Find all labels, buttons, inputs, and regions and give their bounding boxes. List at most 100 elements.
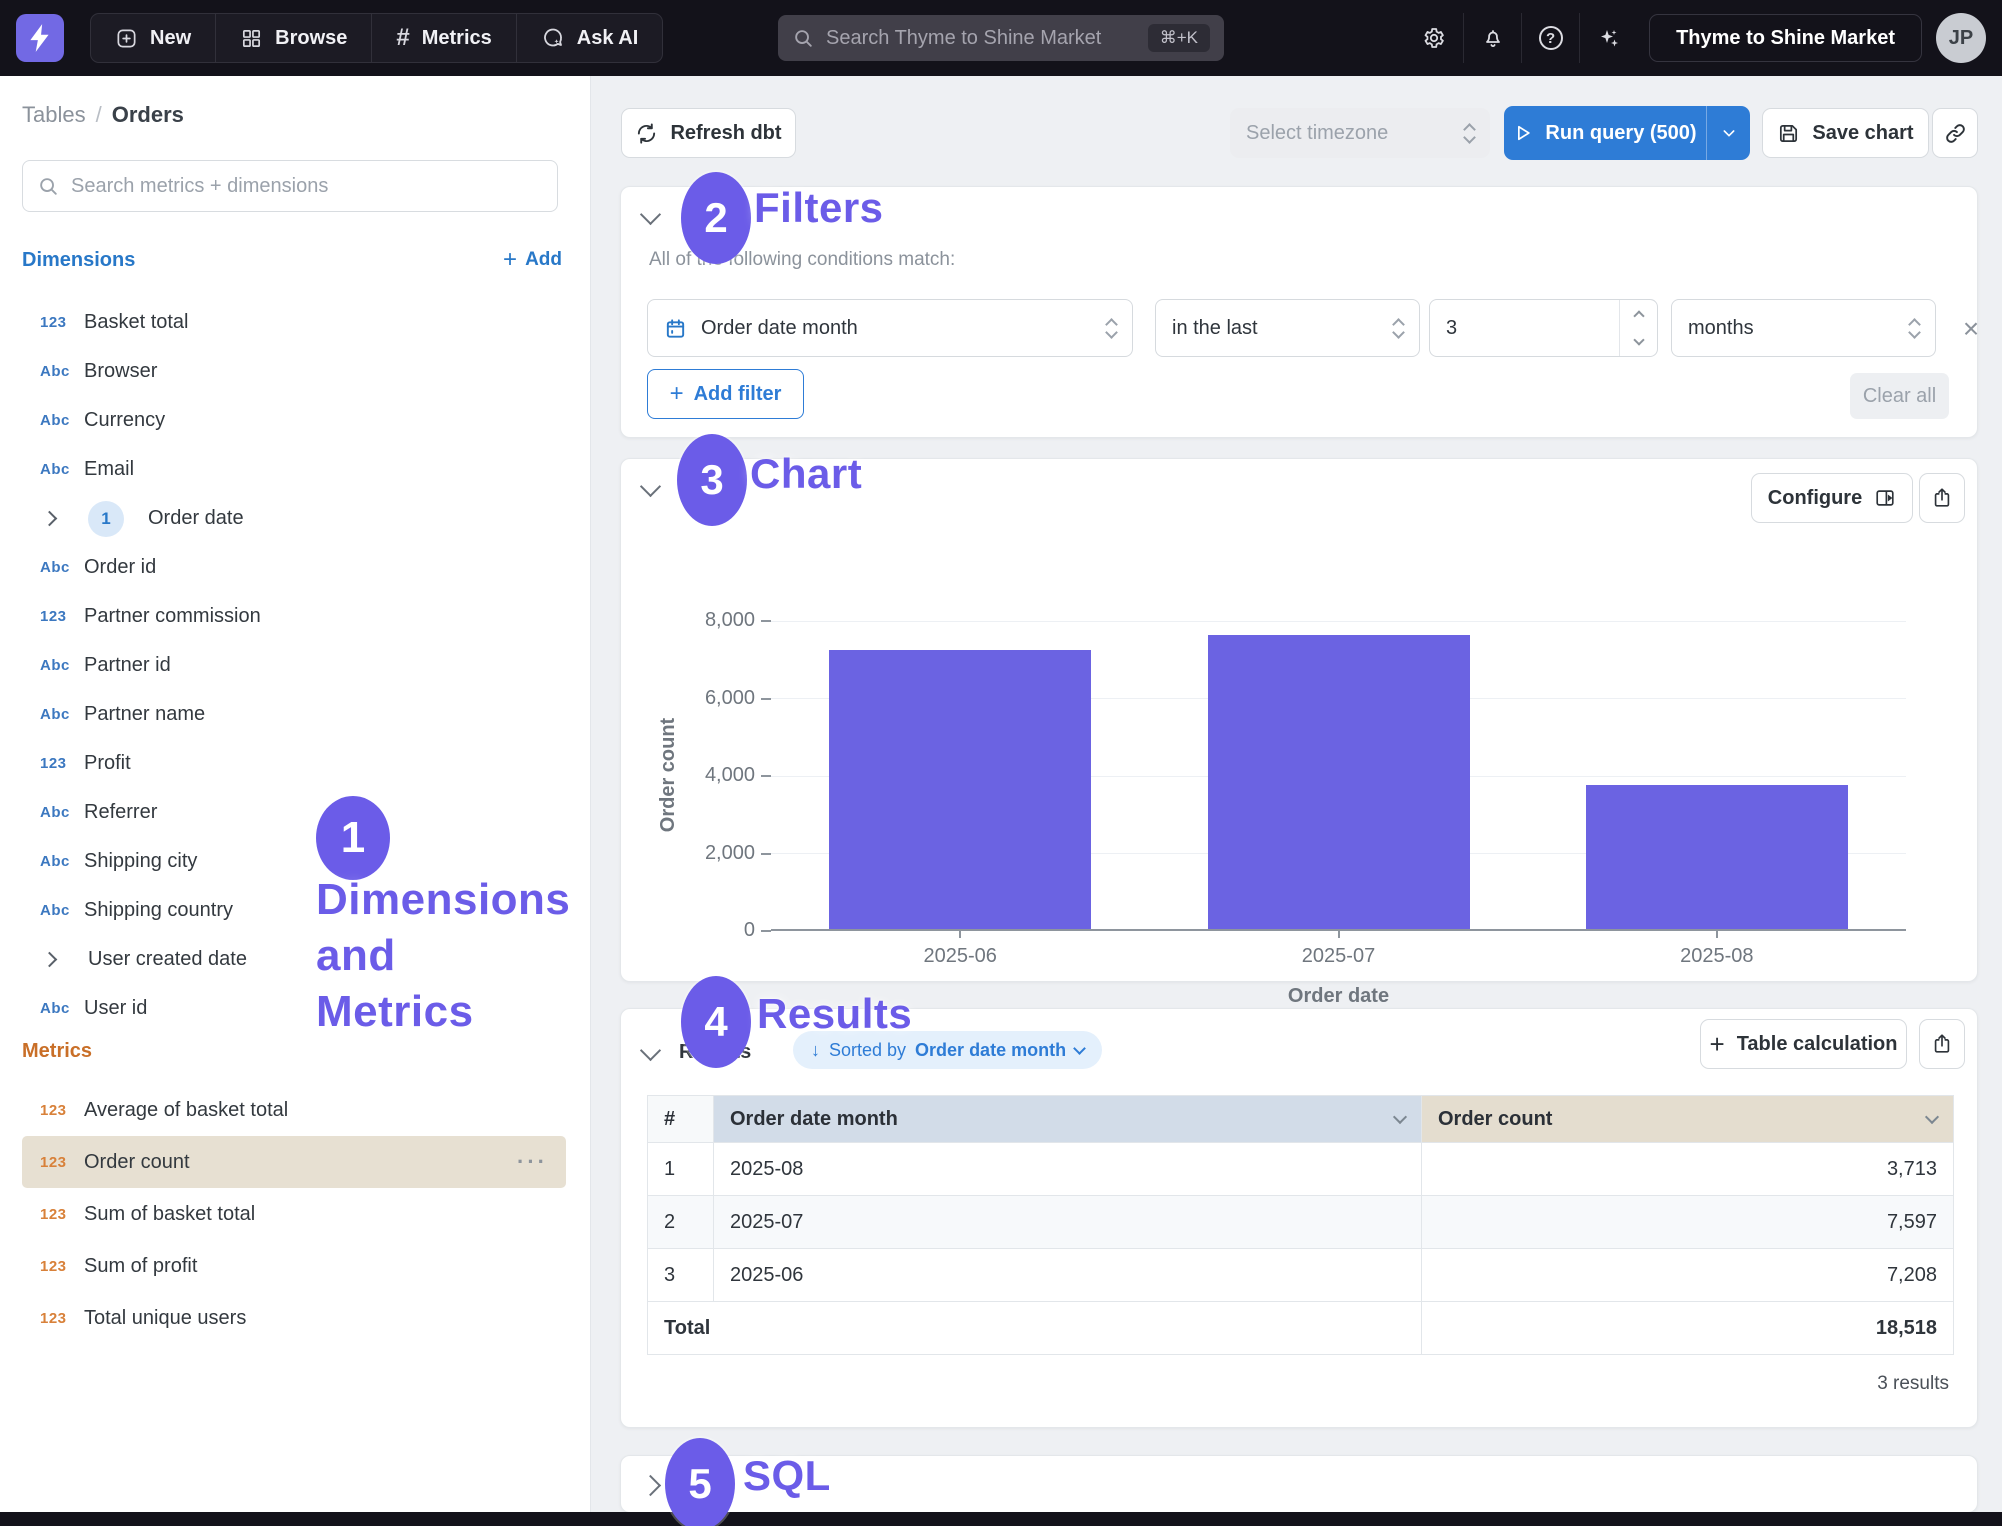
results-collapse-chevron-icon[interactable] [640,1040,661,1061]
chevron-right-icon[interactable] [42,952,58,968]
global-search-input[interactable] [826,27,1136,50]
nav-item-label: Metrics [422,27,492,50]
sorted-by-pill[interactable]: ↓ Sorted by Order date month [793,1031,1102,1069]
column-header-order-count[interactable]: Order count [1422,1096,1954,1143]
column-header-label: Order date month [730,1108,898,1131]
dimension-item-currency[interactable]: AbcCurrency [0,396,590,445]
nav-item-ask-ai[interactable]: Ask AI [516,14,663,62]
chevron-right-icon[interactable] [42,511,58,527]
table-calculation-button[interactable]: + Table calculation [1700,1019,1907,1069]
search-icon [792,27,814,49]
dimension-item-email[interactable]: AbcEmail [0,445,590,494]
dimension-item-referrer[interactable]: AbcReferrer [0,788,590,837]
refresh-dbt-button[interactable]: Refresh dbt [621,108,796,158]
results-table: # Order date month Order count 12025-083… [647,1095,1954,1355]
global-search[interactable]: ⌘+K [778,15,1224,61]
grid-icon [240,27,263,50]
chart-collapse-chevron-icon[interactable] [640,476,661,497]
run-query-options-button[interactable] [1706,106,1750,160]
metric-item-total-unique-users[interactable]: 123Total unique users [0,1292,590,1344]
chevron-down-icon[interactable] [1925,1110,1939,1124]
dimension-item-partner-id[interactable]: AbcPartner id [0,641,590,690]
ai-sparkles-button[interactable] [1579,13,1637,63]
fields-search-input[interactable] [71,175,543,198]
string-type-icon: Abc [40,412,84,429]
metric-item-order-count[interactable]: 123Order count··· [22,1136,566,1188]
fields-search[interactable] [22,160,558,212]
filter-field-select[interactable]: Order date month [647,299,1133,357]
metric-item-sum-of-profit[interactable]: 123Sum of profit [0,1240,590,1292]
run-query-main[interactable]: Run query (500) [1504,106,1706,160]
share-link-button[interactable] [1932,108,1978,158]
search-icon [37,175,59,197]
bar-2025-08[interactable] [1586,785,1848,929]
nav-item-new[interactable]: New [91,14,215,62]
breadcrumb: Tables/Orders [22,102,184,128]
bar-2025-06[interactable] [829,650,1091,929]
cell-order-count: 7,208 [1422,1249,1954,1302]
dimension-item-basket-total[interactable]: 123Basket total [0,298,590,347]
settings-button[interactable] [1405,13,1463,63]
dimension-item-shipping-country[interactable]: AbcShipping country [0,886,590,935]
dimension-item-user-created-date[interactable]: User created date [0,935,590,984]
gear-icon [1422,26,1446,50]
dimension-item-partner-commission[interactable]: 123Partner commission [0,592,590,641]
save-chart-button[interactable]: Save chart [1762,108,1929,158]
timezone-select[interactable]: Select timezone [1230,108,1490,158]
help-button[interactable]: ? [1521,13,1579,63]
dimension-item-order-date[interactable]: 1Order date [0,494,590,543]
nav-item-metrics[interactable]: # Metrics [371,14,515,62]
sql-card[interactable] [620,1455,1978,1513]
dimension-item-partner-name[interactable]: AbcPartner name [0,690,590,739]
breadcrumb-tables-link[interactable]: Tables [22,102,86,127]
filters-collapse-chevron-icon[interactable] [640,204,661,225]
more-options-icon[interactable]: ··· [517,1149,566,1175]
selected-count-badge: 1 [88,501,124,537]
x-tick-mark [959,929,961,938]
dimension-item-profit[interactable]: 123Profit [0,739,590,788]
number-type-icon: 123 [40,1258,84,1275]
export-chart-button[interactable] [1919,473,1965,523]
chevron-down-icon[interactable] [1393,1110,1407,1124]
configure-label: Configure [1768,487,1862,510]
app-logo[interactable] [16,14,64,62]
filter-operator-select[interactable]: in the last [1155,299,1420,357]
string-type-icon: Abc [40,804,84,821]
notifications-button[interactable] [1463,13,1521,63]
stepper-up-button[interactable] [1620,300,1657,328]
add-label: Add [525,249,562,271]
run-query-button[interactable]: Run query (500) [1504,106,1750,160]
org-switcher-button[interactable]: Thyme to Shine Market [1649,14,1922,62]
add-dimension-button[interactable]: + Add [503,246,562,274]
number-type-icon: 123 [40,314,84,331]
stepper-down-button[interactable] [1620,328,1657,356]
dimension-item-order-id[interactable]: AbcOrder id [0,543,590,592]
remove-filter-button[interactable]: × [1953,311,1989,347]
cell-order-count: 3,713 [1422,1143,1954,1196]
dimension-item-user-id[interactable]: AbcUser id [0,984,590,1033]
configure-button[interactable]: Configure [1751,473,1913,523]
refresh-dbt-label: Refresh dbt [670,122,781,145]
bar-2025-07[interactable] [1208,635,1470,929]
metric-item-average-of-basket-total[interactable]: 123Average of basket total [0,1084,590,1136]
y-tick-mark [761,853,771,855]
breadcrumb-current: Orders [112,102,184,127]
app-screen: New Browse # Metrics Ask AI [0,0,2002,1526]
column-header-order-date-month[interactable]: Order date month [714,1096,1422,1143]
clear-all-button[interactable]: Clear all [1850,373,1949,419]
sql-expand-chevron-icon[interactable] [640,1475,661,1496]
filter-unit-select[interactable]: months [1671,299,1936,357]
nav-item-browse[interactable]: Browse [215,14,371,62]
export-results-button[interactable] [1919,1019,1965,1069]
x-tick-label: 2025-07 [1229,945,1449,968]
metric-item-sum-of-basket-total[interactable]: 123Sum of basket total [0,1188,590,1240]
dimension-item-shipping-city[interactable]: AbcShipping city [0,837,590,886]
user-avatar[interactable]: JP [1936,13,1986,63]
filter-value-input[interactable]: 3 [1429,299,1658,357]
y-tick-label: 6,000 [665,687,755,710]
field-label: Basket total [84,311,189,334]
dimension-item-browser[interactable]: AbcBrowser [0,347,590,396]
add-filter-button[interactable]: + Add filter [647,369,804,419]
row-index: 3 [648,1249,714,1302]
plus-icon: + [503,246,517,274]
